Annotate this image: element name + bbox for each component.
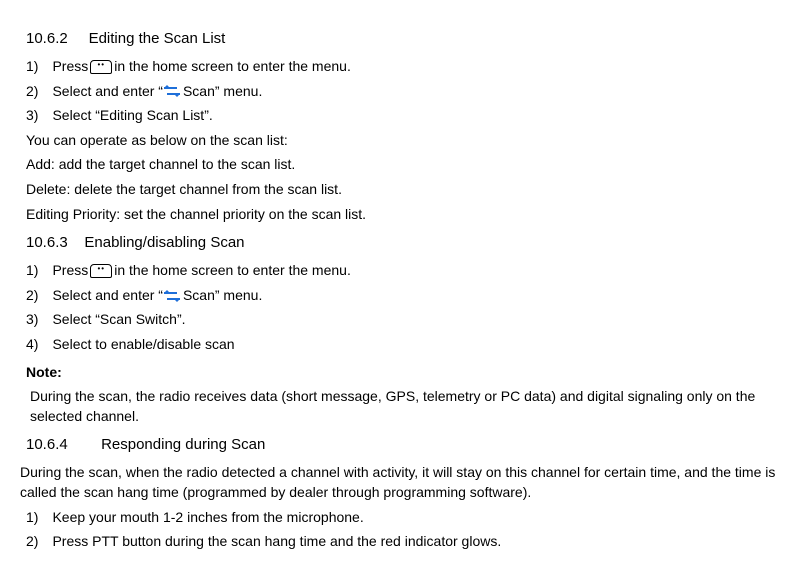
- item-number: 3): [26, 106, 38, 126]
- item-number: 3): [26, 310, 38, 330]
- item-text: Select to enable/disable scan: [52, 335, 234, 355]
- list-item: 1) Keep your mouth 1-2 inches from the m…: [26, 508, 810, 528]
- list-item: 1) Press •• in the home screen to enter …: [26, 57, 810, 77]
- section-heading: 10.6.2 Editing the Scan List: [26, 28, 810, 49]
- list-item: 2) Select and enter “ Scan” menu.: [26, 286, 810, 306]
- body-text: During the scan, when the radio detected…: [20, 463, 810, 502]
- item-number: 1): [26, 261, 38, 281]
- item-text-post: Scan” menu.: [183, 82, 262, 102]
- body-text: Add: add the target channel to the scan …: [26, 155, 810, 175]
- section-title: Enabling/disabling Scan: [84, 234, 244, 251]
- item-text: Keep your mouth 1-2 inches from the micr…: [52, 508, 363, 528]
- list-item: 3) Select “Editing Scan List”.: [26, 106, 810, 126]
- section-title: Responding during Scan: [101, 436, 265, 453]
- section-heading: 10.6.4 Responding during Scan: [26, 434, 810, 455]
- note-label: Note:: [26, 363, 810, 383]
- menu-button-icon: ••: [90, 60, 112, 74]
- item-text: Select “Editing Scan List”.: [52, 106, 212, 126]
- item-number: 2): [26, 286, 38, 306]
- menu-button-icon: ••: [90, 264, 112, 278]
- section-number: 10.6.3: [26, 234, 68, 251]
- item-text-post: Scan” menu.: [183, 286, 262, 306]
- item-number: 4): [26, 335, 38, 355]
- item-text-post: in the home screen to enter the menu.: [114, 57, 351, 77]
- body-text: You can operate as below on the scan lis…: [26, 131, 810, 151]
- item-text-pre: Select and enter “: [52, 286, 163, 306]
- section-number: 10.6.4: [26, 436, 68, 453]
- section-heading: 10.6.3 Enabling/disabling Scan: [26, 232, 810, 253]
- item-number: 1): [26, 57, 38, 77]
- item-number: 2): [26, 532, 38, 552]
- list-item: 2) Press PTT button during the scan hang…: [26, 532, 810, 552]
- body-text: Editing Priority: set the channel priori…: [26, 205, 810, 225]
- list-item: 2) Select and enter “ Scan” menu.: [26, 82, 810, 102]
- scan-icon: [163, 289, 181, 303]
- list-item: 3) Select “Scan Switch”.: [26, 310, 810, 330]
- body-text: Delete: delete the target channel from t…: [26, 180, 810, 200]
- scan-icon: [163, 84, 181, 98]
- note-body: During the scan, the radio receives data…: [30, 387, 810, 426]
- section-title: Editing the Scan List: [89, 30, 226, 47]
- list-item: 1) Press •• in the home screen to enter …: [26, 261, 810, 281]
- item-text-pre: Press: [52, 261, 88, 281]
- item-text: Select “Scan Switch”.: [52, 310, 185, 330]
- item-text: Press PTT button during the scan hang ti…: [52, 532, 501, 552]
- list-item: 4) Select to enable/disable scan: [26, 335, 810, 355]
- item-number: 1): [26, 508, 38, 528]
- item-text-pre: Select and enter “: [52, 82, 163, 102]
- item-text-post: in the home screen to enter the menu.: [114, 261, 351, 281]
- item-number: 2): [26, 82, 38, 102]
- section-number: 10.6.2: [26, 30, 68, 47]
- item-text-pre: Press: [52, 57, 88, 77]
